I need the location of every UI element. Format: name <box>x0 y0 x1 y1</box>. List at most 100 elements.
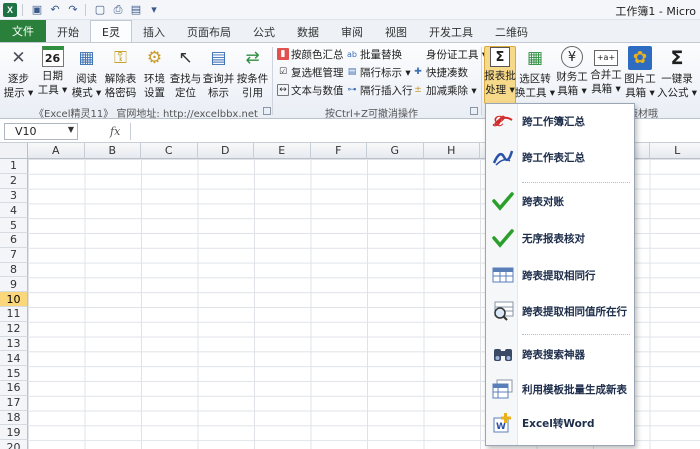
column-header[interactable]: G <box>367 143 424 159</box>
sum-by-color-button[interactable]: ▮ 按颜色汇总 <box>277 46 344 62</box>
row-header[interactable]: 19 <box>0 425 28 441</box>
merge-toolbox-button[interactable]: +a+ 合并工 具箱 ▾ <box>590 46 622 104</box>
reading-mode-button[interactable]: ▦ 阅读 模式 ▾ <box>72 46 102 104</box>
tab-eling[interactable]: E灵 <box>90 20 132 42</box>
row-header[interactable]: 8 <box>0 262 28 278</box>
row-header[interactable]: 20 <box>0 440 28 449</box>
select-all-corner[interactable] <box>0 143 28 159</box>
excel-logo-icon[interactable]: X <box>3 2 17 17</box>
customize-qat-icon[interactable]: ▾ <box>147 3 161 17</box>
report-batch-button[interactable]: Σ 报表批 处理 ▾ <box>484 46 516 104</box>
row-header-active[interactable]: 10 <box>0 292 28 307</box>
menu-item-sheet-summary[interactable]: 跨工作表汇总 <box>486 140 634 174</box>
fx-icon[interactable]: fx <box>110 125 120 138</box>
finance-toolbox-button[interactable]: ¥ 财务工 具箱 ▾ <box>556 46 588 104</box>
alternate-rows-mark-button[interactable]: ▤ 隔行标示 ▾ <box>346 64 411 80</box>
button-label: 合并工 <box>590 69 622 81</box>
row-header[interactable]: 2 <box>0 173 28 189</box>
chevron-down-icon[interactable]: ▼ <box>68 125 74 134</box>
menu-item-label: Excel转Word <box>522 417 595 430</box>
column-header[interactable]: B <box>84 143 141 159</box>
quick-sum-button[interactable]: ✚ 快捷凑数 <box>412 64 468 80</box>
redo-icon[interactable]: ↷ <box>66 3 80 17</box>
button-label: 图片工 <box>624 73 656 85</box>
id-card-tools-button[interactable]: 身份证工具 ▾ <box>412 46 487 62</box>
new-document-icon[interactable]: ▢ <box>93 3 107 17</box>
checkbox-manage-button[interactable]: ☑ 复选框管理 <box>277 64 344 80</box>
button-label: 查找与 <box>169 73 202 85</box>
group-launcher-icon[interactable] <box>470 107 478 115</box>
column-header[interactable]: E <box>254 143 311 159</box>
row-header[interactable]: 5 <box>0 218 28 233</box>
open-folder-icon[interactable]: ▤ <box>129 3 143 17</box>
tab-developer[interactable]: 开发工具 <box>418 22 484 42</box>
arithmetic-button[interactable]: ± 加减乘除 ▾ <box>412 82 476 98</box>
row-header[interactable]: 11 <box>0 307 28 322</box>
image-toolbox-button[interactable]: ✿ 图片工 具箱 ▾ <box>624 46 656 104</box>
column-header[interactable]: H <box>423 143 480 159</box>
button-label: 换工具 ▾ <box>514 87 556 99</box>
row-header[interactable]: 3 <box>0 188 28 204</box>
row-header[interactable]: 7 <box>0 247 28 263</box>
group-separator <box>272 47 273 115</box>
row-header[interactable]: 17 <box>0 395 28 411</box>
tab-view[interactable]: 视图 <box>374 22 418 42</box>
column-header[interactable]: A <box>28 143 85 159</box>
one-click-formula-button[interactable]: Σ 一键录 入公式 ▾ <box>657 46 697 104</box>
row-header[interactable]: 16 <box>0 381 28 396</box>
tab-page-layout[interactable]: 页面布局 <box>176 22 242 42</box>
step-hint-button[interactable]: ✕ 逐步 提示 ▾ <box>4 46 34 104</box>
menu-item-extract-same-value-rows[interactable]: 跨表提取相同值所在行 <box>486 294 634 328</box>
row-header[interactable]: 13 <box>0 336 28 352</box>
row-header[interactable]: 6 <box>0 233 28 248</box>
menu-item-cross-reconcile[interactable]: 跨表对账 <box>486 184 634 218</box>
undo-icon[interactable]: ↶ <box>48 3 62 17</box>
save-icon[interactable]: ▣ <box>30 3 44 17</box>
tab-formulas[interactable]: 公式 <box>242 22 286 42</box>
row-header[interactable]: 4 <box>0 203 28 219</box>
tab-review[interactable]: 审阅 <box>330 22 374 42</box>
row-header[interactable]: 1 <box>0 159 28 174</box>
menu-item-unordered-check[interactable]: 无序报表核对 <box>486 221 634 255</box>
insert-rows-icon: ⊶ <box>347 85 357 95</box>
button-label: 选区转 <box>519 73 551 85</box>
menu-item-extract-same-rows[interactable]: 跨表提取相同行 <box>486 258 634 292</box>
menu-item-template-batch[interactable]: 利用模板批量生成新表 <box>486 372 634 406</box>
row-header[interactable]: 14 <box>0 351 28 367</box>
date-tools-button[interactable]: 26 日期 工具 ▾ <box>38 46 67 104</box>
selection-convert-button[interactable]: ▦ 选区转 换工具 ▾ <box>514 46 556 104</box>
query-mark-button[interactable]: ▤ 查询并 标示 <box>203 46 235 104</box>
row-header[interactable]: 12 <box>0 321 28 337</box>
conditional-ref-button[interactable]: ⇄ 按条件 引用 <box>237 46 269 104</box>
batch-replace-button[interactable]: ab 批量替换 <box>346 46 402 62</box>
row-header[interactable]: 18 <box>0 410 28 426</box>
print-preview-icon[interactable]: ⎙ <box>111 3 125 17</box>
group-launcher-icon[interactable] <box>263 107 271 115</box>
tab-qrcode[interactable]: 二维码 <box>484 22 539 42</box>
row-header[interactable]: 9 <box>0 277 28 293</box>
tab-home[interactable]: 开始 <box>46 22 90 42</box>
text-number-button[interactable]: ↔ 文本与数值 <box>277 82 344 98</box>
column-header[interactable]: L <box>649 143 700 159</box>
button-label: 环境 <box>144 73 165 85</box>
find-locate-button[interactable]: ↖ 查找与 定位 <box>169 46 202 104</box>
tab-insert[interactable]: 插入 <box>132 22 176 42</box>
environment-settings-button[interactable]: ⚙ 环境 设置 <box>140 46 169 104</box>
tab-data[interactable]: 数据 <box>286 22 330 42</box>
row-header[interactable]: 15 <box>0 366 28 381</box>
reading-grid-icon: ▦ <box>78 47 95 68</box>
column-header[interactable]: C <box>141 143 198 159</box>
tab-file[interactable]: 文件 <box>0 20 46 42</box>
name-box[interactable]: V10 ▼ <box>4 123 78 140</box>
menu-item-excel-to-word[interactable]: W Excel转Word <box>486 406 634 440</box>
alternate-rows-insert-button[interactable]: ⊶ 隔行插入行 <box>346 82 413 98</box>
name-box-value: V10 <box>15 125 37 138</box>
button-label: 具箱 ▾ <box>557 85 587 97</box>
menu-item-label: 跨表提取相同值所在行 <box>522 305 627 318</box>
column-header[interactable]: D <box>197 143 254 159</box>
column-header[interactable]: F <box>310 143 367 159</box>
menu-item-cross-search[interactable]: 跨表搜索神器 <box>486 337 634 371</box>
sigma-table-icon: Σ <box>490 47 510 67</box>
menu-item-workbook-summary[interactable]: 𝓛 跨工作簿汇总 <box>486 104 634 138</box>
unlock-sheet-button[interactable]: ⚿ 解除表 格密码 <box>105 46 137 104</box>
